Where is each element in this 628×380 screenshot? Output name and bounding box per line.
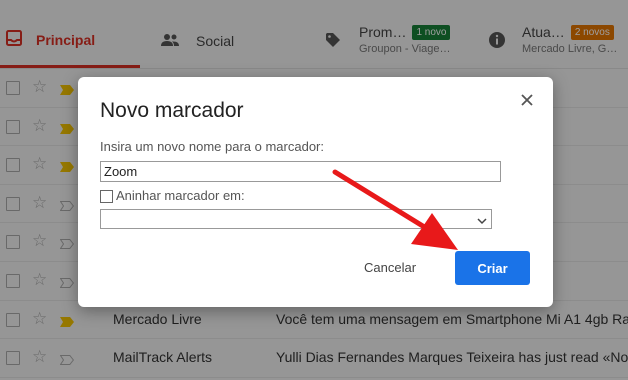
annotation-arrow (332, 169, 458, 250)
